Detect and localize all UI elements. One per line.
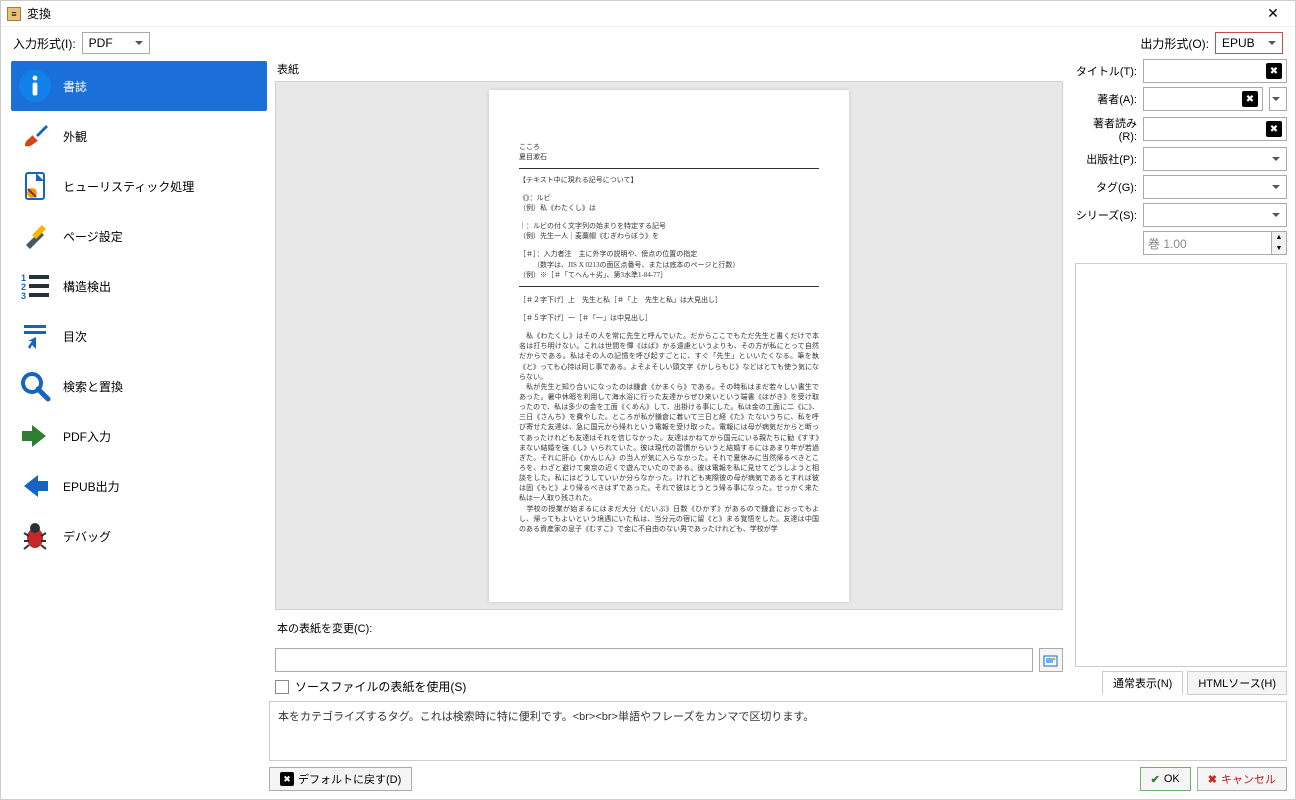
page-magic-icon [17, 168, 53, 204]
list-numbered-icon: 123 [17, 268, 53, 304]
sidebar-item-label: 目次 [63, 328, 87, 345]
ok-button[interactable]: ✔ OK [1140, 767, 1191, 791]
tools-icon [17, 218, 53, 254]
sidebar-item-label: 書誌 [63, 78, 87, 95]
tags-label: タグ(G): [1075, 179, 1137, 195]
search-icon [17, 368, 53, 404]
restore-defaults-button[interactable]: ✖ デフォルトに戻す(D) [269, 767, 412, 791]
spin-up-button[interactable]: ▲ [1272, 232, 1286, 243]
change-cover-label: 本の表紙を変更(C): [275, 618, 1063, 640]
author-field-label: 著者(A): [1075, 91, 1137, 107]
author-sort-input[interactable]: ✖ [1143, 117, 1287, 141]
input-format-select[interactable]: PDF [82, 32, 150, 54]
clear-icon[interactable]: ✖ [1266, 121, 1282, 137]
app-icon: ≡ [7, 7, 21, 21]
sidebar-item-metadata[interactable]: 書誌 [11, 61, 267, 111]
output-format-label: 出力形式(O): [1140, 35, 1209, 52]
browse-cover-button[interactable] [1039, 648, 1063, 672]
tags-input[interactable] [1143, 175, 1287, 199]
use-source-cover-label: ソースファイルの表紙を使用(S) [295, 678, 466, 695]
sidebar-item-label: デバッグ [63, 528, 111, 545]
series-label: シリーズ(S): [1075, 207, 1137, 223]
tab-normal-view[interactable]: 通常表示(N) [1102, 671, 1183, 695]
series-input[interactable] [1143, 203, 1287, 227]
series-index-input[interactable]: 巻 1.00 [1143, 231, 1271, 255]
info-icon [17, 68, 53, 104]
arrow-right-green-icon [17, 418, 53, 454]
sidebar-item-label: ページ設定 [63, 228, 123, 245]
sidebar-item-look-feel[interactable]: 外観 [11, 111, 267, 161]
check-icon: ✔ [1151, 773, 1160, 786]
sidebar-item-structure[interactable]: 123 構造検出 [11, 261, 267, 311]
tab-html-source[interactable]: HTMLソース(H) [1187, 671, 1287, 695]
clear-icon[interactable]: ✖ [1242, 91, 1258, 107]
sidebar-item-label: EPUB出力 [63, 478, 120, 495]
use-source-cover-checkbox[interactable] [275, 680, 289, 694]
bug-icon [17, 518, 53, 554]
sidebar-item-label: 検索と置換 [63, 378, 123, 395]
title-field-label: タイトル(T): [1075, 63, 1137, 79]
cover-preview: こころ 夏目漱石 【テキスト中に現れる記号について】 《》：ルビ （例）私《わた… [275, 81, 1063, 610]
cover-path-input[interactable] [275, 648, 1033, 672]
arrow-left-blue-icon [17, 468, 53, 504]
sidebar-item-toc[interactable]: 目次 [11, 311, 267, 361]
spin-down-button[interactable]: ▼ [1272, 243, 1286, 254]
note-header: 【テキスト中に現れる記号について】 [519, 175, 819, 185]
input-format-value: PDF [89, 36, 113, 50]
sidebar-item-label: ヒューリスティック処理 [63, 178, 194, 195]
book-author: 夏目漱石 [519, 152, 819, 162]
close-icon[interactable]: ✕ [1257, 4, 1289, 24]
book-title: こころ [519, 142, 819, 152]
hint-text: 本をカテゴライズするタグ。これは検索時に特に便利です。<br><br>単語やフレ… [269, 701, 1287, 761]
input-format-label: 入力形式(I): [13, 35, 76, 52]
cancel-icon: ✖ [1208, 773, 1217, 786]
sidebar-item-heuristics[interactable]: ヒューリスティック処理 [11, 161, 267, 211]
cover-label: 表紙 [275, 59, 1063, 81]
sidebar-item-pdf-input[interactable]: PDF入力 [11, 411, 267, 461]
svg-text:3: 3 [21, 291, 26, 301]
window-title: 変換 [27, 5, 51, 22]
sidebar-item-page-setup[interactable]: ページ設定 [11, 211, 267, 261]
cover-page: こころ 夏目漱石 【テキスト中に現れる記号について】 《》：ルビ （例）私《わた… [489, 90, 849, 602]
comments-editor[interactable] [1075, 263, 1287, 667]
sidebar-item-label: PDF入力 [63, 428, 111, 445]
sidebar-item-search-replace[interactable]: 検索と置換 [11, 361, 267, 411]
sidebar-item-label: 構造検出 [63, 278, 111, 295]
sidebar-item-epub-output[interactable]: EPUB出力 [11, 461, 267, 511]
restore-icon: ✖ [280, 772, 294, 786]
output-format-select[interactable]: EPUB [1215, 32, 1283, 54]
title-input[interactable]: ✖ [1143, 59, 1287, 83]
titlebar: ≡ 変換 ✕ [1, 1, 1295, 27]
hand-point-icon [17, 318, 53, 354]
output-format-value: EPUB [1222, 36, 1255, 50]
brush-icon [17, 118, 53, 154]
sidebar: 書誌 外観 ヒューリスティック処理 ページ設定 [9, 59, 269, 799]
publisher-label: 出版社(P): [1075, 151, 1137, 167]
folder-open-icon [1043, 653, 1059, 667]
author-input[interactable]: ✖ [1143, 87, 1263, 111]
author-dropdown[interactable] [1269, 87, 1287, 111]
cancel-button[interactable]: ✖ キャンセル [1197, 767, 1287, 791]
publisher-input[interactable] [1143, 147, 1287, 171]
sidebar-item-debug[interactable]: デバッグ [11, 511, 267, 561]
author-sort-label: 著者読み(R): [1075, 115, 1137, 143]
clear-icon[interactable]: ✖ [1266, 63, 1282, 79]
sidebar-item-label: 外観 [63, 128, 87, 145]
